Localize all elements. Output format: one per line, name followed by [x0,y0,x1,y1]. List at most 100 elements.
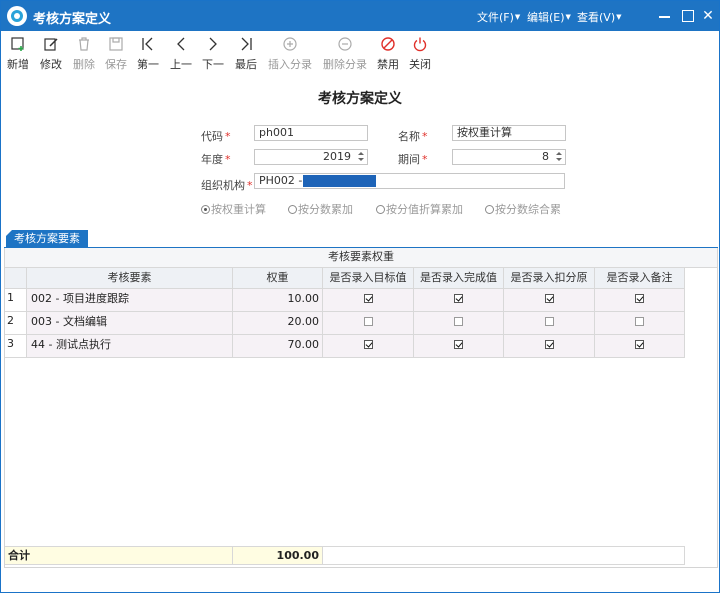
checkbox-unchecked[interactable] [454,317,463,326]
table-cell-remark [595,289,685,312]
edit-button[interactable]: 修改 [40,36,62,72]
first-icon [142,37,153,51]
last-icon [241,37,252,51]
calc-method-convert-sum[interactable]: 按分值折算累加 [376,201,463,217]
checkbox-checked[interactable] [454,340,463,349]
first-button[interactable]: 第一 [137,36,159,72]
trash-icon [79,37,89,51]
column-header-remark[interactable]: 是否录入备注 [595,268,685,289]
minimize-icon[interactable] [656,7,674,25]
table-cell-remark [595,335,685,358]
table-cell-weight[interactable]: 10.00 [233,289,323,312]
save-button[interactable]: 保存 [105,36,127,72]
table-cell-weight[interactable]: 70.00 [233,335,323,358]
checkbox-checked[interactable] [454,294,463,303]
app-window: 考核方案定义 文件(F)▼ 编辑(E)▼ 查看(V)▼ ✕ 新增 修改 删除 保… [0,0,720,593]
add-icon [11,37,24,51]
table-cell-weight[interactable]: 20.00 [233,312,323,335]
next-icon [209,37,217,51]
power-icon [413,37,427,52]
checkbox-checked[interactable] [363,340,373,349]
name-label: 名称 * [398,130,428,143]
new-button[interactable]: 新增 [7,36,29,72]
table-cell-completion [414,289,504,312]
toolbar: 新增 修改 删除 保存 第一 上一 下一 最后 插入分录 删除分录 禁用 关闭 [1,32,719,74]
table-cell-target [323,335,414,358]
period-stepper[interactable]: 8 [452,149,566,165]
column-header-weight[interactable]: 权重 [233,268,323,289]
row-number-header [5,268,27,289]
year-label: 年度 * [201,153,231,166]
delete-button[interactable]: 删除 [73,36,95,72]
elements-grid: 考核要素权重 考核要素 权重 是否录入目标值 是否录入完成值 是否录入扣分原 是… [4,248,718,568]
org-field[interactable]: PH002 - [254,173,565,189]
disable-icon [381,37,395,51]
menu-edit[interactable]: 编辑(E)▼ [527,9,571,25]
maximize-icon[interactable] [679,7,697,25]
prev-icon [177,37,185,51]
close-icon[interactable]: ✕ [699,7,717,25]
menu-file[interactable]: 文件(F)▼ [477,9,520,25]
calc-method-composite-sum[interactable]: 按分数综合累 [485,201,561,217]
column-header-completion[interactable]: 是否录入完成值 [414,268,504,289]
table-cell-target [323,312,414,335]
checkbox-checked[interactable] [544,294,554,303]
app-logo-icon [7,6,27,26]
code-field[interactable]: ph001 [254,125,368,141]
table-cell-completion [414,335,504,358]
table-cell-element[interactable]: 002 - 项目进度跟踪 [27,289,233,312]
column-header-target[interactable]: 是否录入目标值 [323,268,414,289]
checkbox-checked[interactable] [635,340,644,349]
delete-row-icon [338,37,352,51]
title-bar: 考核方案定义 文件(F)▼ 编辑(E)▼ 查看(V)▼ ✕ [1,1,719,31]
checkbox-checked[interactable] [363,294,373,303]
row-number: 2 [5,312,27,335]
org-label: 组织机构 * [201,179,253,192]
checkbox-unchecked[interactable] [544,317,554,326]
delete-row-button[interactable]: 删除分录 [323,36,367,72]
disable-button[interactable]: 禁用 [377,36,399,72]
calc-method-weight[interactable]: 按权重计算 [201,201,266,217]
radio-icon [288,205,297,214]
org-name-highlight [303,175,376,187]
row-number: 1 [5,289,27,312]
calc-method-sum[interactable]: 按分数累加 [288,201,353,217]
form-title: 考核方案定义 [318,91,402,107]
window-title: 考核方案定义 [33,12,112,27]
table-cell-element[interactable]: 003 - 文档编辑 [27,312,233,335]
grid-group-header: 考核要素权重 [5,248,717,268]
close-button[interactable]: 关闭 [409,36,431,72]
total-weight: 100.00 [233,546,323,565]
period-label: 期间 * [398,153,428,166]
radio-icon [485,205,494,214]
table-cell-deduction [504,289,595,312]
table-cell-completion [414,312,504,335]
year-stepper[interactable]: 2019 [254,149,368,165]
checkbox-checked[interactable] [544,340,554,349]
table-cell-target [323,289,414,312]
code-label: 代码 * [201,130,231,143]
row-number: 3 [5,335,27,358]
table-cell-deduction [504,312,595,335]
radio-icon [376,205,385,214]
menu-view[interactable]: 查看(V)▼ [577,9,622,25]
table-cell-deduction [504,335,595,358]
next-button[interactable]: 下一 [202,36,224,72]
name-field[interactable]: 按权重计算 [452,125,566,141]
save-icon [109,37,123,51]
column-header-element[interactable]: 考核要素 [27,268,233,289]
radio-selected-icon [201,205,210,214]
checkbox-unchecked[interactable] [635,317,644,326]
checkbox-unchecked[interactable] [363,317,373,326]
tab-scheme-elements[interactable]: 考核方案要素 [6,230,88,248]
table-cell-element[interactable]: 44 - 测试点执行 [27,335,233,358]
table-cell-remark [595,312,685,335]
column-header-deduction[interactable]: 是否录入扣分原 [504,268,595,289]
checkbox-checked[interactable] [635,294,644,303]
spin-arrows-icon[interactable] [357,151,365,163]
prev-button[interactable]: 上一 [170,36,192,72]
spin-arrows-icon[interactable] [555,151,563,163]
last-button[interactable]: 最后 [235,36,257,72]
edit-icon [44,38,58,51]
insert-row-button[interactable]: 插入分录 [268,36,312,72]
